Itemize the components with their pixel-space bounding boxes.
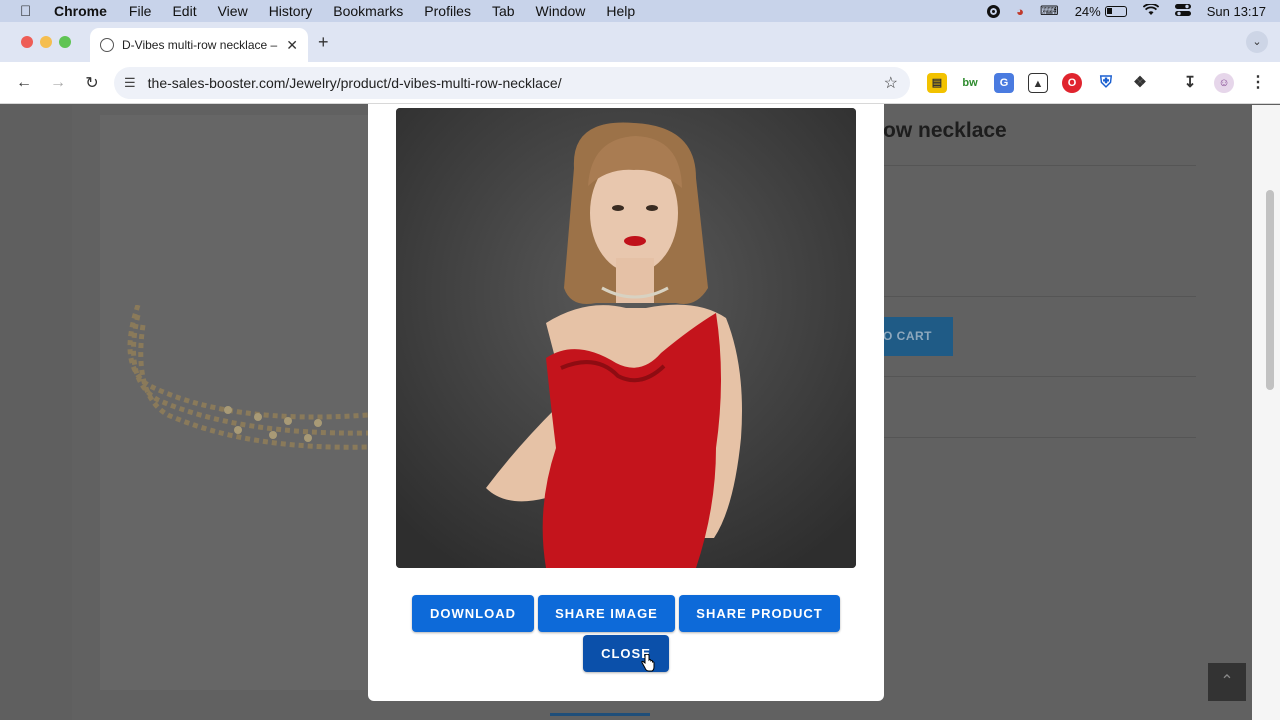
scrollbar-thumb[interactable] [1266,190,1274,390]
close-icon[interactable]: ✕ [286,37,298,54]
tab-underline [550,713,650,716]
downloads-icon[interactable]: ↧ [1180,73,1200,93]
new-tab-button[interactable]: + [318,32,329,53]
chrome-menu-icon[interactable]: ⋮ [1248,73,1268,93]
back-button[interactable]: ← [14,74,34,92]
menubar-clock[interactable]: Sun 13:17 [1207,4,1266,19]
apple-icon[interactable]:  [20,3,36,20]
window-minimize-button[interactable] [40,36,52,48]
profile-avatar[interactable]: ☺ [1214,73,1234,93]
extension-image-icon[interactable]: ▲ [1028,73,1048,93]
battery-icon [1104,5,1127,17]
extension-translate-icon[interactable]: G [994,73,1014,93]
image-share-modal: DOWNLOAD SHARE IMAGE SHARE PRODUCT CLOSE [368,104,884,701]
menu-help[interactable]: Help [606,3,635,19]
wifi-icon[interactable] [1142,2,1159,19]
extensions-puzzle-icon[interactable]: ❖ [1130,73,1150,93]
globe-icon [100,38,114,52]
forward-button[interactable]: → [48,74,68,92]
screen-record-icon[interactable] [987,4,1001,18]
menu-profiles[interactable]: Profiles [424,3,471,19]
generated-photo [396,108,856,568]
battery-percent: 24% [1074,3,1101,19]
extension-bw-icon[interactable]: bw [960,73,980,93]
extension-folder-icon[interactable]: ▤ [927,73,947,93]
menu-tab[interactable]: Tab [492,3,515,19]
scroll-to-top-button[interactable]: ⌃ [1208,663,1246,701]
share-image-button[interactable]: SHARE IMAGE [538,595,675,632]
reload-button[interactable]: ↻ [82,73,102,93]
tab-strip: D-Vibes multi-row necklace – ✕ + ⌄ [0,22,1280,62]
browser-toolbar: ← → ↻ ☰ the-sales-booster.com/Jewelry/pr… [0,62,1280,104]
divider [883,376,1196,377]
window-close-button[interactable] [21,36,33,48]
share-product-button[interactable]: SHARE PRODUCT [679,595,840,632]
color-wheel-icon[interactable]: ◕ [1016,4,1024,19]
divider [883,165,1196,166]
address-bar[interactable]: ☰ the-sales-booster.com/Jewelry/product/… [114,67,910,99]
necklace-image [127,305,368,450]
chevron-down-icon[interactable]: ⌄ [1246,31,1268,53]
menu-view[interactable]: View [218,3,248,19]
product-title: ow necklace [883,119,1007,142]
extension-shield-icon[interactable]: ⛨ [1096,73,1116,93]
menu-edit[interactable]: Edit [172,3,196,19]
close-button[interactable]: CLOSE [583,635,669,672]
add-to-cart-button[interactable]: O CART [883,317,953,356]
keyboard-icon[interactable]: ⌨ [1040,3,1059,19]
status-area: ◕ ⌨ 24% Sun 13:17 [987,2,1266,19]
hand-cursor-icon [641,654,655,672]
divider [883,437,1196,438]
menu-window[interactable]: Window [536,3,586,19]
control-center-icon[interactable] [1174,3,1191,19]
tab-title: D-Vibes multi-row necklace – [122,38,278,52]
download-button[interactable]: DOWNLOAD [412,595,534,632]
battery-status[interactable]: 24% [1075,4,1127,19]
menu-bookmarks[interactable]: Bookmarks [333,3,403,19]
url-text[interactable]: the-sales-booster.com/Jewelry/product/d-… [148,75,884,91]
person-in-red-dress-image [396,108,856,568]
extension-opera-icon[interactable]: O [1062,73,1082,93]
bookmark-star-icon[interactable]: ☆ [884,73,898,93]
menu-file[interactable]: File [129,3,152,19]
menu-app-chrome[interactable]: Chrome [54,3,107,19]
divider [883,296,1196,297]
tab-active[interactable]: D-Vibes multi-row necklace – ✕ [90,28,308,62]
site-info-icon[interactable]: ☰ [124,75,136,91]
window-zoom-button[interactable] [59,36,71,48]
macos-menubar:  Chrome File Edit View History Bookmark… [0,0,1280,22]
page-scrollbar[interactable] [1252,105,1280,720]
menu-history[interactable]: History [269,3,313,19]
